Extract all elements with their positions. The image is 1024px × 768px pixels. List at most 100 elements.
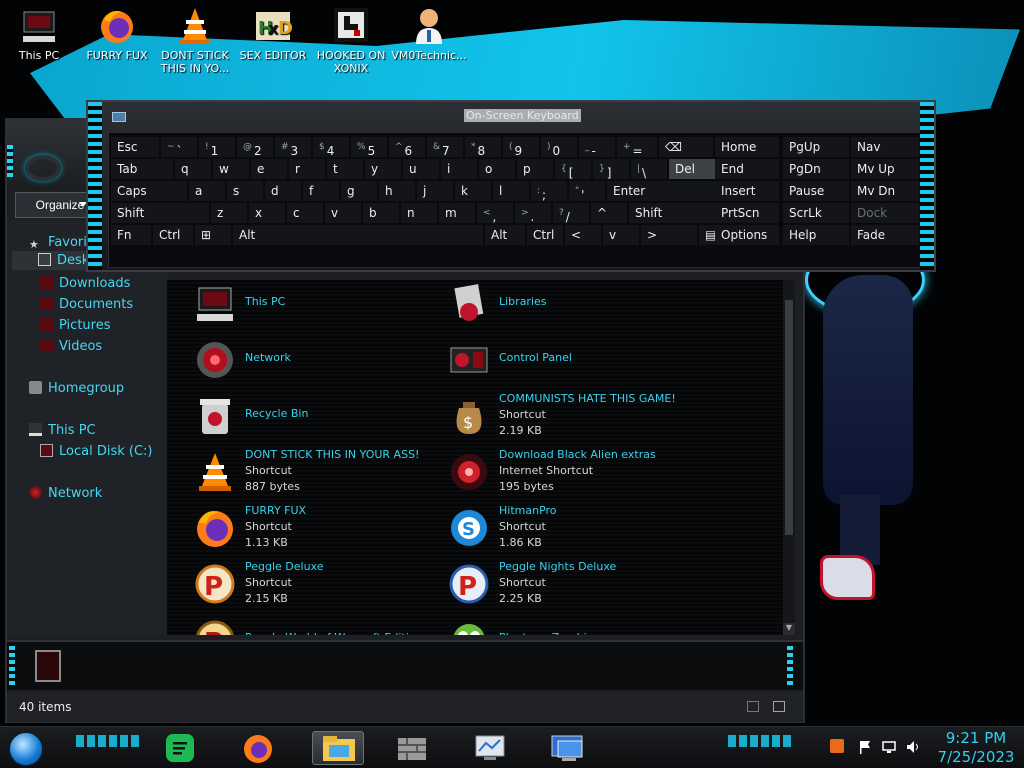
key-2-8[interactable]: k [455, 181, 491, 201]
file-item[interactable]: Network [193, 336, 433, 388]
vertical-scrollbar[interactable]: ▼ [783, 280, 795, 635]
key-3-4[interactable]: v [325, 203, 361, 223]
key-4-3[interactable]: Alt [233, 225, 483, 245]
key-3-3[interactable]: c [287, 203, 323, 223]
key-1-4[interactable]: r [289, 159, 325, 179]
nav-network[interactable]: Network [29, 486, 102, 501]
nav-this-pc[interactable]: This PC [29, 423, 96, 438]
desktop-icon-vm0technic[interactable]: VM0Technic... [390, 6, 468, 62]
key-1-1[interactable]: q [175, 159, 211, 179]
desktop-icon-this-pc[interactable]: This PC [0, 6, 78, 62]
nav-key-2-0[interactable]: Insert [715, 181, 779, 201]
scroll-down-button[interactable]: ▼ [783, 623, 795, 635]
key-4-2[interactable]: ⊞ [195, 225, 231, 245]
taskbar-firefox[interactable] [234, 731, 282, 765]
taskbar-monitor[interactable] [466, 731, 514, 765]
file-item[interactable]: Libraries [447, 280, 687, 332]
key-2-6[interactable]: h [379, 181, 415, 201]
file-item[interactable]: $ COMMUNISTS HATE THIS GAME! Shortcut 2.19 … [447, 392, 687, 444]
key-2-0[interactable]: Caps [111, 181, 187, 201]
large-icons-view-icon[interactable] [773, 701, 785, 712]
key-0-8[interactable]: & 7 [427, 137, 463, 157]
key-1-2[interactable]: w [213, 159, 249, 179]
key-0-5[interactable]: $4 [313, 137, 349, 157]
key-4-0[interactable]: Fn [111, 225, 151, 245]
scrollbar-thumb[interactable] [785, 300, 793, 535]
key-0-1[interactable]: ~ ` [161, 137, 197, 157]
on-screen-keyboard-window[interactable]: On-Screen Keyboard Esc ~ `! 1 @2 #3 $4% 5 ^ 6 & 7 * 8… [86, 100, 936, 272]
key-0-14[interactable]: ⌫ [659, 137, 713, 157]
key-0-13[interactable]: + = [617, 137, 657, 157]
key-3-9[interactable]: >. [515, 203, 551, 223]
taskbar-spotify[interactable] [156, 731, 204, 765]
key-2-2[interactable]: s [227, 181, 263, 201]
key-0-4[interactable]: #3 [275, 137, 311, 157]
key-1-12[interactable]: }] [593, 159, 629, 179]
key-2-10[interactable]: :; [531, 181, 567, 201]
nav-key-4-1[interactable]: Help [783, 225, 849, 245]
key-0-12[interactable]: _ - [579, 137, 615, 157]
key-1-11[interactable]: {[ [555, 159, 591, 179]
key-2-11[interactable]: " ' [569, 181, 605, 201]
key-0-3[interactable]: @2 [237, 137, 273, 157]
key-0-0[interactable]: Esc [111, 137, 159, 157]
key-1-10[interactable]: p [517, 159, 553, 179]
key-0-9[interactable]: * 8 [465, 137, 501, 157]
key-1-7[interactable]: u [403, 159, 439, 179]
nav-key-0-0[interactable]: Home [715, 137, 779, 157]
desktop-icon-furry-fux[interactable]: FURRY FUX [78, 6, 156, 62]
key-3-2[interactable]: x [249, 203, 285, 223]
organize-button[interactable]: Organize [15, 192, 93, 218]
key-4-8[interactable]: > [641, 225, 697, 245]
desktop-icon-dont-stick[interactable]: DONT STICK THIS IN YO... [156, 6, 234, 75]
file-item[interactable]: Download Black Alien extras Internet Shor… [447, 448, 687, 500]
nav-key-1-1[interactable]: PgDn [783, 159, 849, 179]
file-item[interactable]: This PC [193, 280, 433, 332]
key-1-13[interactable]: | \ [631, 159, 667, 179]
nav-key-2-2[interactable]: Mv Dn [851, 181, 919, 201]
key-4-5[interactable]: Ctrl [527, 225, 563, 245]
key-0-11[interactable]: ) 0 [541, 137, 577, 157]
network-icon[interactable] [882, 739, 896, 753]
fire-icon[interactable] [830, 739, 844, 753]
nav-local-disk[interactable]: Local Disk (C:) [40, 444, 152, 459]
key-3-8[interactable]: <, [477, 203, 513, 223]
key-3-6[interactable]: n [401, 203, 437, 223]
key-3-7[interactable]: m [439, 203, 475, 223]
file-item[interactable]: S HitmanPro Shortcut 1.86 KB [447, 504, 687, 556]
nav-key-4-2[interactable]: Fade [851, 225, 919, 245]
key-1-6[interactable]: y [365, 159, 401, 179]
flag-icon[interactable] [858, 739, 872, 754]
file-item[interactable]: P Peggle World of Warcraft Edition [193, 616, 433, 635]
nav-key-0-2[interactable]: Nav [851, 137, 919, 157]
taskbar-remote-desktop[interactable] [544, 731, 592, 765]
key-4-7[interactable]: v [603, 225, 639, 245]
file-item[interactable]: Control Panel [447, 336, 687, 388]
key-0-10[interactable]: (9 [503, 137, 539, 157]
nav-key-3-1[interactable]: ScrLk [783, 203, 849, 223]
key-2-3[interactable]: d [265, 181, 301, 201]
clock[interactable]: 9:21 PM 7/25/2023 [934, 729, 1018, 767]
key-4-1[interactable]: Ctrl [153, 225, 193, 245]
taskbar-file-explorer[interactable] [312, 731, 364, 765]
key-3-5[interactable]: b [363, 203, 399, 223]
navigation-orb-icon[interactable] [25, 155, 61, 181]
key-1-14[interactable]: Del [669, 159, 717, 179]
key-1-3[interactable]: e [251, 159, 287, 179]
key-2-4[interactable]: f [303, 181, 339, 201]
key-3-10[interactable]: ? / [553, 203, 589, 223]
key-1-8[interactable]: i [441, 159, 477, 179]
key-2-1[interactable]: a [189, 181, 225, 201]
key-4-4[interactable]: Alt [485, 225, 525, 245]
desktop-icon-sex-editor[interactable]: HxD SEX EDITOR [234, 6, 312, 62]
key-0-2[interactable]: ! 1 [199, 137, 235, 157]
key-4-6[interactable]: < [565, 225, 601, 245]
nav-key-1-0[interactable]: End [715, 159, 779, 179]
nav-key-1-2[interactable]: Mv Up [851, 159, 919, 179]
nav-key-3-2[interactable]: Dock [851, 203, 919, 223]
key-3-11[interactable]: ^ [591, 203, 627, 223]
key-3-12[interactable]: Shift [629, 203, 715, 223]
volume-icon[interactable] [906, 739, 920, 753]
nav-documents[interactable]: Documents [40, 297, 133, 312]
nav-key-2-1[interactable]: Pause [783, 181, 849, 201]
